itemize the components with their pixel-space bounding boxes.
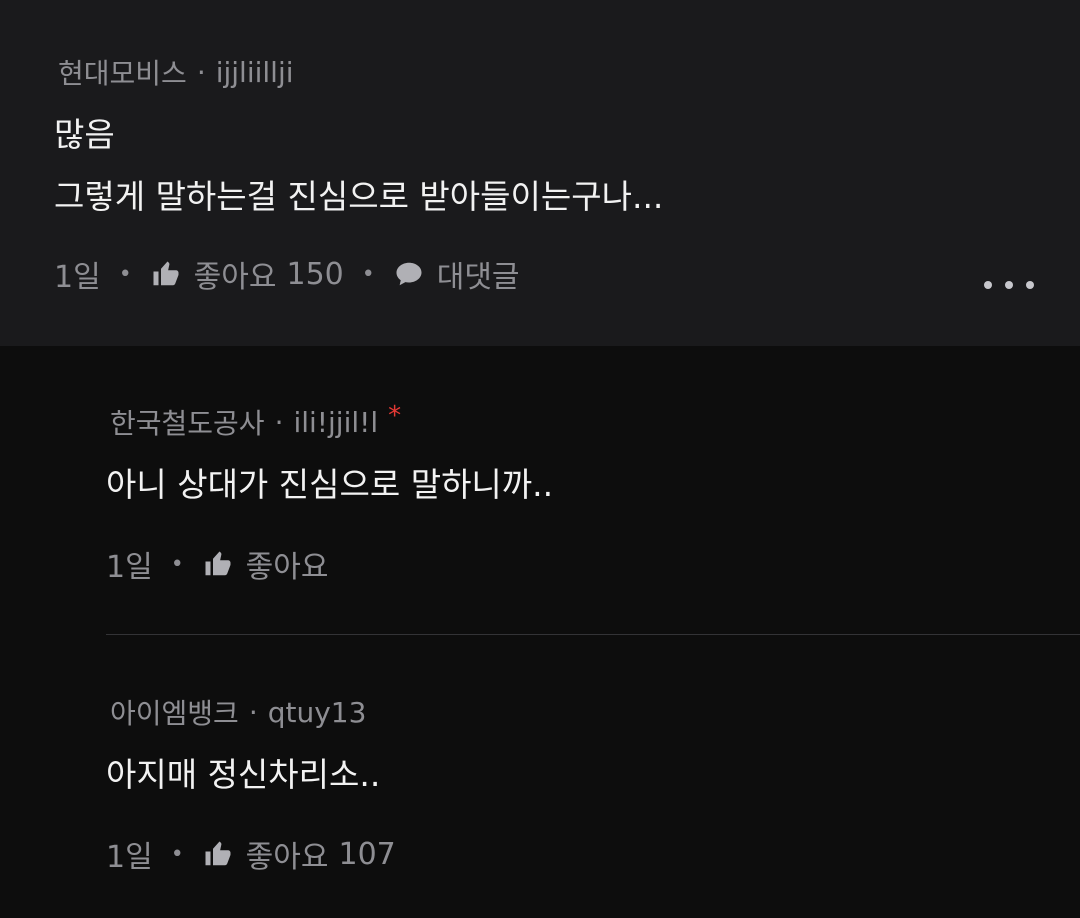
meta-separator: •	[118, 261, 132, 287]
like-count: 107	[338, 836, 396, 872]
reply-body: 아니 상대가 진심으로 말하니까..	[106, 465, 554, 504]
reply-label: 대댓글	[436, 260, 520, 295]
like-count: 150	[286, 256, 344, 292]
author-company: 현대모비스	[58, 57, 187, 90]
reply-time: 1일	[106, 550, 153, 585]
more-options-button[interactable]	[984, 270, 1034, 300]
author-username: ijjliilljі	[215, 55, 294, 89]
meta-separator: •	[361, 261, 375, 287]
reply-time: 1일	[106, 840, 153, 875]
comment-card: 현대모비스 · ijjliilljі 많음 그렇게 말하는걸 진심으로 받아들이…	[0, 0, 1080, 346]
reply-actions: 1일 • 좋아요	[106, 542, 328, 586]
reply-list: 한국철도공사 · ili!jjil!l * 아니 상대가 진심으로 말하니까..…	[0, 346, 1080, 918]
author-company: 아이엠뱅크	[110, 697, 239, 730]
comment-body: 많음 그렇게 말하는걸 진심으로 받아들이는구나...	[54, 104, 663, 228]
meta-separator: ·	[196, 55, 206, 89]
like-button[interactable]: 좋아요 150	[150, 252, 344, 296]
like-label: 좋아요	[245, 550, 329, 585]
like-button[interactable]: 좋아요 107	[202, 832, 396, 876]
reply-body: 아지매 정신차리소..	[106, 755, 381, 794]
comment-line: 많음	[54, 115, 115, 154]
speech-bubble-icon	[393, 258, 425, 290]
thumbs-up-icon	[202, 838, 234, 870]
like-label: 좋아요	[245, 840, 329, 875]
like-label: 좋아요	[193, 260, 277, 295]
author-company: 한국철도공사	[110, 407, 265, 440]
meta-separator: ·	[274, 405, 284, 439]
comment-actions: 1일 • 좋아요 150 • 대댓글	[54, 252, 520, 296]
reply-actions: 1일 • 좋아요 107	[106, 832, 396, 876]
thumbs-up-icon	[150, 258, 182, 290]
meta-separator: ·	[248, 695, 258, 729]
comment-line: 그렇게 말하는걸 진심으로 받아들이는구나...	[54, 177, 664, 216]
reply-divider	[106, 634, 1080, 635]
meta-separator: •	[170, 841, 184, 867]
like-button[interactable]: 좋아요	[202, 542, 329, 586]
author-marker: *	[388, 401, 402, 431]
reply-button[interactable]: 대댓글	[393, 252, 520, 296]
comment-time: 1일	[54, 260, 101, 295]
thumbs-up-icon	[202, 548, 234, 580]
author-username: ili!jjil!l	[293, 405, 379, 439]
author-username: qtuy13	[267, 695, 367, 729]
comment-author[interactable]: 현대모비스 · ijjliilljі	[58, 52, 294, 92]
reply-author[interactable]: 아이엠뱅크 · qtuy13	[110, 692, 366, 732]
reply-author[interactable]: 한국철도공사 · ili!jjil!l *	[110, 401, 402, 442]
meta-separator: •	[170, 551, 184, 577]
more-horizontal-icon	[984, 281, 992, 289]
